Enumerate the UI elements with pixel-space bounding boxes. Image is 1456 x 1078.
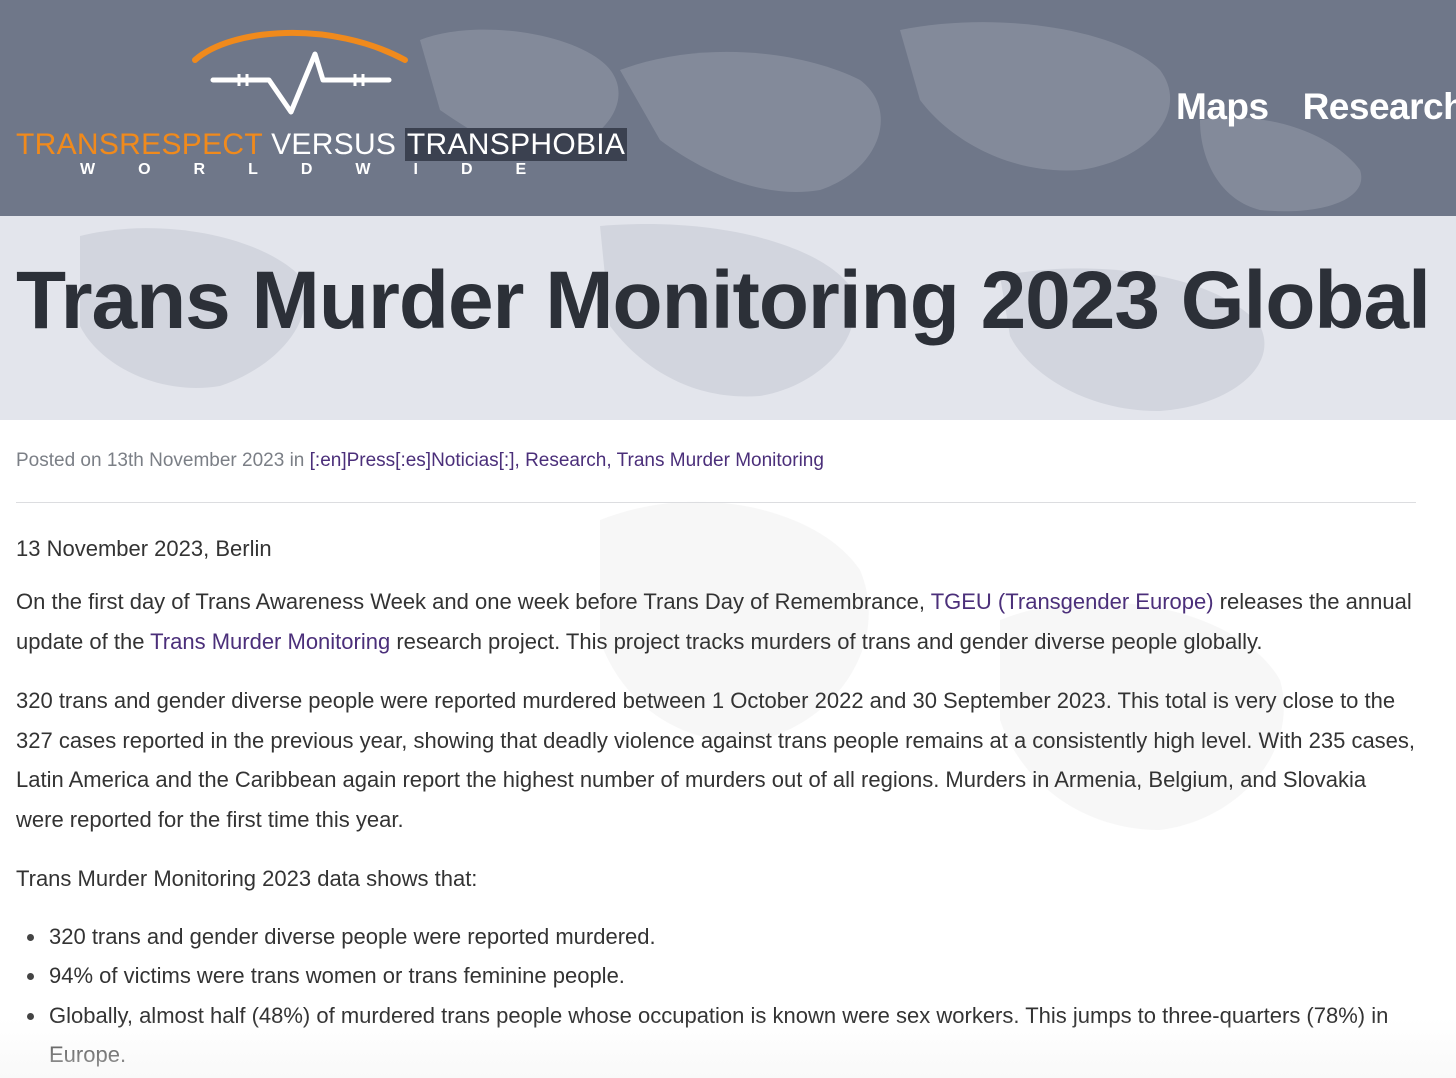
tgeu-link[interactable]: TGEU (Transgender Europe) <box>931 589 1214 614</box>
paragraph-text: On the first day of Trans Awareness Week… <box>16 589 931 614</box>
category-link-research[interactable]: Research <box>525 450 606 471</box>
site-header: TRANSRESPECT VERSUS TRANSPHOBIA WORLDWID… <box>0 0 1456 216</box>
list-item: 320 trans and gender diverse people were… <box>27 917 1416 957</box>
post-date-text: Posted on 13th November 2023 in <box>16 450 310 471</box>
heartbeat-logo-icon <box>192 30 408 115</box>
article-paragraph: 320 trans and gender diverse people were… <box>16 688 1416 832</box>
list-item: 94% of victims were trans women or trans… <box>27 956 1416 996</box>
bottom-fade <box>0 1018 1456 1078</box>
nav-item-maps[interactable]: Maps <box>1176 86 1269 128</box>
main-nav: Maps Research <box>1176 86 1456 128</box>
category-separator: , <box>606 450 617 471</box>
article-paragraph: Trans Murder Monitoring 2023 data shows … <box>16 866 478 891</box>
logo-subtitle: WORLDWIDE <box>80 161 570 178</box>
paragraph-text: research project. This project tracks mu… <box>390 628 1263 654</box>
category-separator: , <box>514 450 526 471</box>
logo-word-transrespect: TRANSRESPECT <box>16 128 263 161</box>
title-band: Trans Murder Monitoring 2023 Global Up <box>0 216 1456 420</box>
logo-word-versus: VERSUS <box>271 128 397 161</box>
post-meta: Posted on 13th November 2023 in [:en]Pre… <box>16 450 1416 503</box>
site-logo[interactable]: TRANSRESPECT VERSUS TRANSPHOBIA WORLDWID… <box>16 20 628 190</box>
category-link-trans-murder-monitoring[interactable]: Trans Murder Monitoring <box>617 450 824 471</box>
article: Posted on 13th November 2023 in [:en]Pre… <box>16 420 1416 1075</box>
article-dateline: 13 November 2023, Berlin <box>16 536 272 561</box>
nav-item-research[interactable]: Research <box>1303 86 1456 128</box>
article-paragraph: On the first day of Trans Awareness Week… <box>16 582 1416 661</box>
category-link-press[interactable]: [:en]Press[:es]Noticias[:] <box>310 450 515 471</box>
logo-word-transphobia: TRANSPHOBIA <box>404 128 628 161</box>
trans-murder-monitoring-link[interactable]: Trans Murder Monitoring <box>150 629 390 654</box>
page: TRANSRESPECT VERSUS TRANSPHOBIA WORLDWID… <box>0 0 1456 1078</box>
logo-wordmark: TRANSRESPECT VERSUS TRANSPHOBIA <box>16 128 628 162</box>
page-title: Trans Murder Monitoring 2023 Global Up <box>16 255 1456 346</box>
